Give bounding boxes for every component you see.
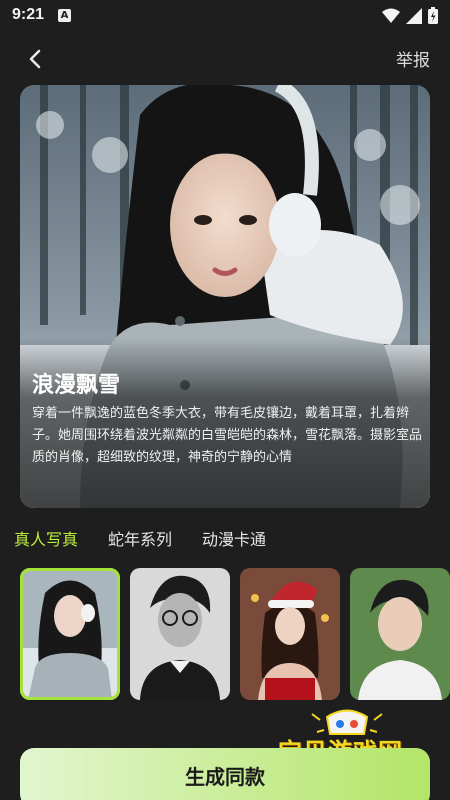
signal-icon [406,7,422,24]
status-time: 9:21 [12,6,45,23]
tab-real-portrait[interactable]: 真人写真 [14,526,78,550]
top-nav: 举报 [0,40,450,78]
thumbnail-glasses-man-image [130,568,230,700]
thumbnail-christmas-girl[interactable] [240,568,340,700]
game-controller-icon [311,709,383,735]
wifi-icon [382,8,400,23]
style-description: 穿着一件飘逸的蓝色冬季大衣，带有毛皮镶边，戴着耳罩，扎着辫子。她周围环绕着波光粼… [32,406,423,465]
hero-preview-image: 浪漫飘雪 穿着一件飘逸的蓝色冬季大衣，带有毛皮镶边，戴着耳罩，扎着辫子。她周围环… [20,85,430,508]
tab-snake-year-series[interactable]: 蛇年系列 [108,526,172,550]
thumbnail-glasses-man[interactable] [130,568,230,700]
status-bar: 9:21 A [0,0,450,32]
thumbnail-young-man[interactable] [350,568,450,700]
style-title: 浪漫飘雪 [32,373,121,398]
report-button[interactable]: 举报 [396,46,430,71]
thumbnail-christmas-girl-image [240,568,340,700]
chevron-left-icon [29,49,41,69]
generate-same-style-button[interactable]: 生成同款 [20,748,430,800]
category-tabs: 真人写真 蛇年系列 动漫卡通 [14,526,266,550]
battery-icon [428,7,438,24]
thumbnail-young-man-image [350,568,450,700]
status-icons [382,7,438,24]
back-button[interactable] [20,46,50,72]
notification-a-icon: A [58,9,71,22]
style-thumbnail-list [20,568,450,700]
tab-anime-cartoon[interactable]: 动漫卡通 [202,526,266,550]
thumbnail-snow-girl-image [20,568,120,700]
thumbnail-snow-girl[interactable] [20,568,120,700]
